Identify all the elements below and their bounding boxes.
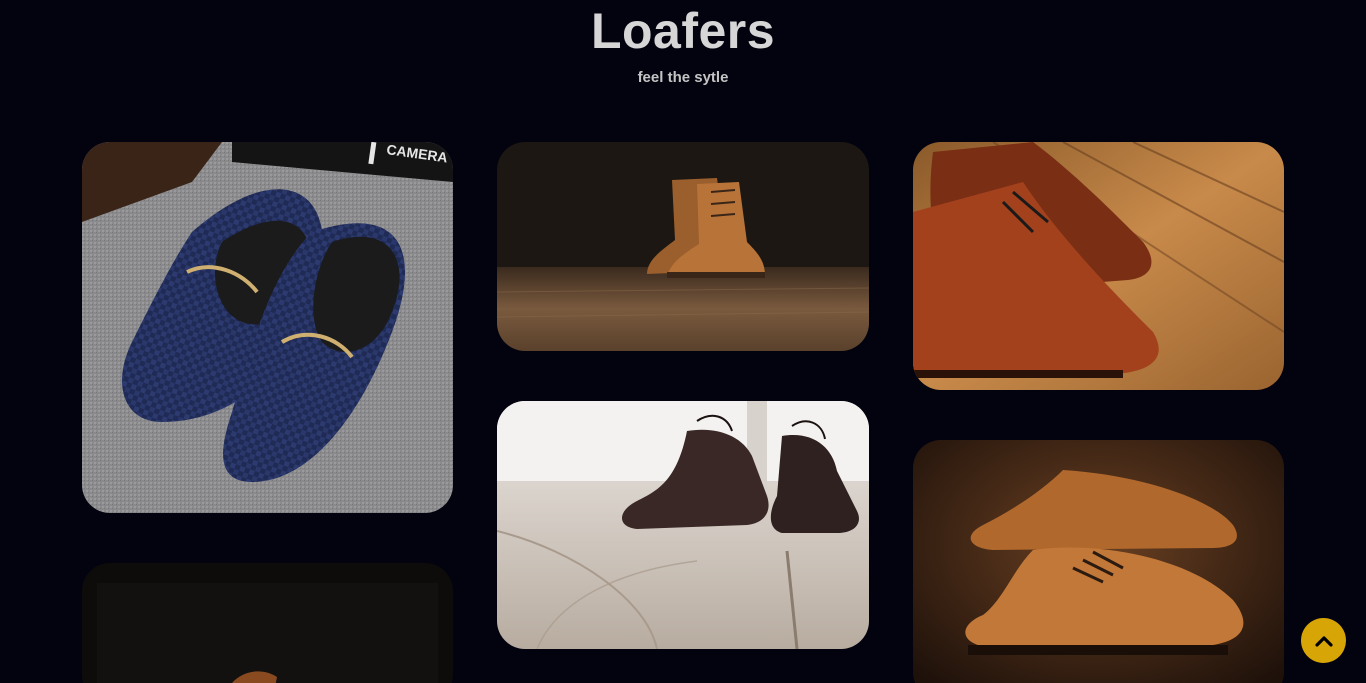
scroll-to-top-button[interactable] [1301,618,1346,663]
gallery-item-dark-shoe[interactable] [82,563,453,683]
tan-boots-image [497,142,869,351]
gallery-item-tan-wingtips[interactable] [913,440,1284,683]
gallery-item-navy-loafers[interactable]: CAMERA [82,142,453,513]
gallery-item-brown-chukkas[interactable] [913,142,1284,390]
dark-shoe-image [82,563,453,683]
page-subtitle: feel the sytle [637,69,729,86]
chevron-up-icon [1314,635,1333,647]
gallery-item-dark-brogues[interactable] [497,401,869,649]
navy-loafers-image: CAMERA [82,142,453,513]
page: Loafers feel the sytle CAMERA [0,0,1366,683]
page-title: Loafers [590,3,776,59]
brown-chukkas-image [913,142,1284,390]
dark-brogues-image [497,401,869,649]
gallery-item-tan-boots[interactable] [497,142,869,351]
tan-wingtips-image [913,440,1284,683]
